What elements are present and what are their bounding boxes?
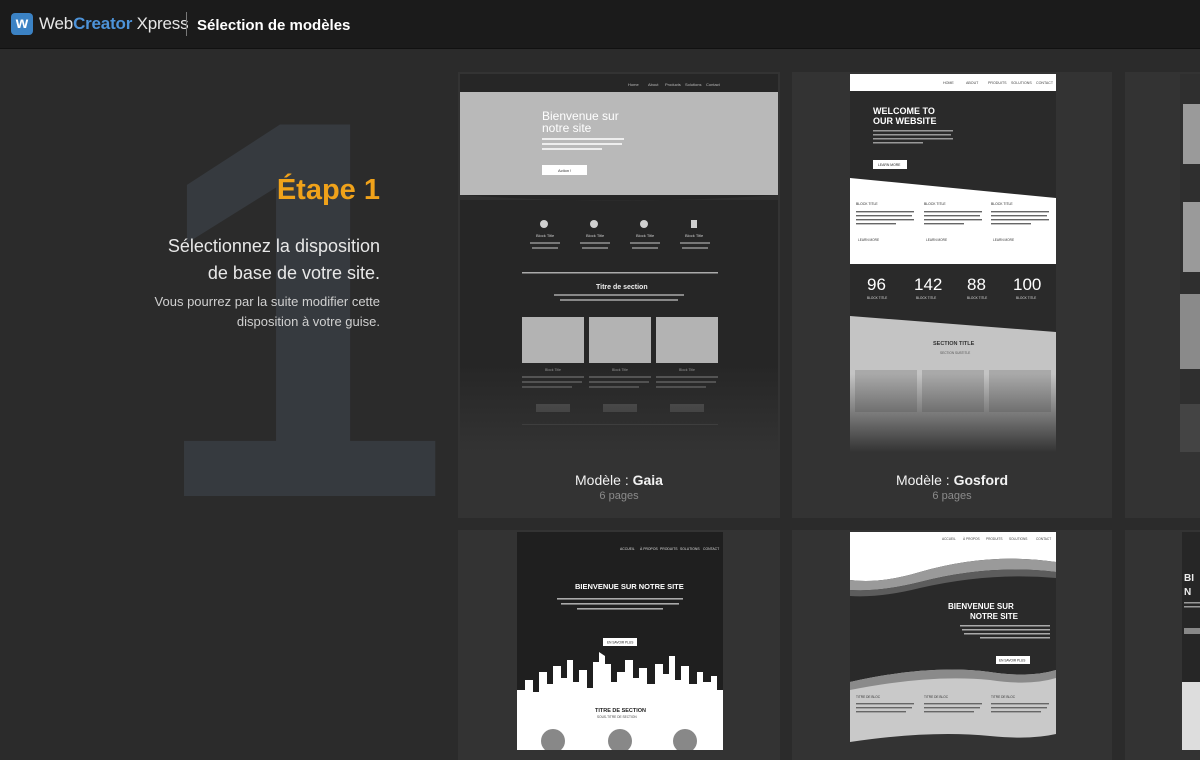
skyline-nav-item: À PROPOS bbox=[640, 547, 658, 551]
svg-text:SECTION SUBTITLE: SECTION SUBTITLE bbox=[940, 351, 970, 355]
step-description-line-2: de base de votre site. bbox=[207, 263, 380, 283]
svg-text:LEARN MORE: LEARN MORE bbox=[926, 238, 947, 242]
template-thumbnail-partial-bottom[interactable]: BI N bbox=[1182, 532, 1200, 750]
skyline-section-title: TITRE DE SECTION bbox=[595, 708, 646, 714]
svg-text:BLOCK TITLE: BLOCK TITLE bbox=[867, 296, 887, 300]
svg-text:N: N bbox=[1184, 587, 1191, 598]
svg-text:TITRE DE BLOC: TITRE DE BLOC bbox=[991, 695, 1016, 699]
gaia-nav-item: Home bbox=[628, 82, 639, 87]
wave-nav-item: À PROPOS bbox=[963, 537, 980, 541]
skyline-nav-item: PRODUITS bbox=[660, 547, 678, 551]
gaia-hero-title-2: notre site bbox=[542, 121, 592, 135]
skyline-hero-title: BIENVENUE SUR NOTRE SITE bbox=[575, 582, 684, 591]
template-thumbnail-gaia[interactable]: Home About Products Solutions Contact Bi… bbox=[460, 74, 778, 452]
skyline-nav-item: CONTACT bbox=[703, 547, 719, 551]
svg-text:BLOCK TITLE: BLOCK TITLE bbox=[1016, 296, 1036, 300]
svg-text:Block Title: Block Title bbox=[536, 233, 555, 238]
template-pages-gaia: 6 pages bbox=[599, 490, 639, 502]
svg-text:BLOCK TITLE: BLOCK TITLE bbox=[916, 296, 936, 300]
step-hint-line-2: disposition à votre guise. bbox=[236, 314, 380, 329]
step-number-watermark: 1 bbox=[150, 8, 451, 611]
template-name-value: Gaia bbox=[632, 472, 663, 488]
svg-text:Block Title: Block Title bbox=[586, 233, 605, 238]
gosford-hero-title-2: OUR WEBSITE bbox=[873, 116, 937, 126]
svg-text:BLOCK TITLE: BLOCK TITLE bbox=[856, 202, 878, 206]
gosford-section-title: SECTION TITLE bbox=[933, 341, 975, 347]
svg-text:TITRE DE BLOC: TITRE DE BLOC bbox=[924, 695, 949, 699]
gaia-nav-item: Products bbox=[665, 82, 681, 87]
template-card-partial-bottom[interactable]: BI N bbox=[1125, 530, 1200, 760]
template-card-partial-top[interactable] bbox=[1125, 72, 1200, 518]
wave-hero-title-1: BIENVENUE SUR bbox=[948, 602, 1014, 611]
gosford-nav-item: CONTACT bbox=[1036, 81, 1054, 85]
svg-text:Block Title: Block Title bbox=[636, 233, 655, 238]
template-name-prefix: Modèle : bbox=[575, 472, 633, 488]
wave-hero-title-2: NOTRE SITE bbox=[970, 612, 1019, 621]
svg-text:Block Title: Block Title bbox=[685, 233, 704, 238]
template-card-gaia[interactable]: Home About Products Solutions Contact Bi… bbox=[458, 72, 780, 518]
gosford-nav-item: SOLUTIONS bbox=[1011, 81, 1032, 85]
skyline-nav-item: SOLUTIONS bbox=[680, 547, 700, 551]
svg-text:LEARN MORE: LEARN MORE bbox=[878, 163, 901, 167]
svg-text:EN SAVOIR PLUS: EN SAVOIR PLUS bbox=[607, 641, 633, 645]
template-thumbnail-partial-top[interactable] bbox=[1180, 74, 1200, 452]
step-title: Étape 1 bbox=[276, 174, 380, 206]
gosford-stat: 88 bbox=[967, 275, 986, 294]
wave-nav-item: SOLUTIONS bbox=[1009, 537, 1027, 541]
app-logo-icon[interactable]: w bbox=[11, 13, 33, 35]
step-hint-line-1: Vous pourrez par la suite modifier cette bbox=[154, 294, 380, 309]
template-name-gaia: Modèle : Gaia bbox=[458, 472, 780, 488]
svg-text:TITRE DE BLOC: TITRE DE BLOC bbox=[856, 695, 881, 699]
gaia-section-title: Titre de section bbox=[596, 284, 648, 291]
template-name-gosford: Modèle : Gosford bbox=[792, 472, 1112, 488]
template-thumbnail-wave[interactable]: ACCUEIL À PROPOS PRODUITS SOLUTIONS CONT… bbox=[850, 532, 1056, 750]
wave-nav-item: CONTACT bbox=[1036, 537, 1051, 541]
template-name-prefix: Modèle : bbox=[895, 472, 954, 488]
gosford-nav-item: HOME bbox=[943, 81, 954, 85]
wave-nav-item: PRODUITS bbox=[986, 537, 1002, 541]
template-card-wave[interactable]: ACCUEIL À PROPOS PRODUITS SOLUTIONS CONT… bbox=[792, 530, 1112, 760]
svg-text:Action !: Action ! bbox=[558, 168, 571, 173]
svg-text:BLOCK TITLE: BLOCK TITLE bbox=[991, 202, 1013, 206]
svg-text:SOUS-TITRE DE SECTION: SOUS-TITRE DE SECTION bbox=[597, 715, 637, 719]
gosford-nav-item: ABOUT bbox=[966, 81, 979, 85]
svg-text:LEARN MORE: LEARN MORE bbox=[858, 238, 879, 242]
brand-part-1: Web bbox=[39, 14, 74, 33]
svg-text:EN SAVOIR PLUS: EN SAVOIR PLUS bbox=[999, 659, 1025, 663]
gosford-stat: 142 bbox=[914, 275, 942, 294]
wave-nav-item: ACCUEIL bbox=[942, 537, 956, 541]
gaia-nav-item: About bbox=[648, 82, 659, 87]
template-thumbnail-gosford[interactable]: HOME ABOUT PRODUITS SOLUTIONS CONTACT WE… bbox=[850, 74, 1056, 452]
svg-text:BI: BI bbox=[1184, 573, 1194, 584]
gosford-hero-title-1: WELCOME TO bbox=[873, 106, 935, 116]
skyline-nav-item: ACCUEIL bbox=[620, 547, 635, 551]
template-thumbnail-skyline[interactable]: ACCUEIL À PROPOS PRODUITS SOLUTIONS CONT… bbox=[517, 532, 723, 750]
step-description-line-1: Sélectionnez la disposition bbox=[167, 236, 380, 256]
gosford-stat: 100 bbox=[1013, 275, 1041, 294]
gosford-nav-item: PRODUITS bbox=[988, 81, 1007, 85]
gaia-nav-item: Contact bbox=[706, 82, 721, 87]
template-pages-gosford: 6 pages bbox=[932, 490, 972, 502]
template-card-skyline[interactable]: ACCUEIL À PROPOS PRODUITS SOLUTIONS CONT… bbox=[458, 530, 780, 760]
svg-text:BLOCK TITLE: BLOCK TITLE bbox=[924, 202, 946, 206]
svg-text:LEARN MORE: LEARN MORE bbox=[993, 238, 1014, 242]
svg-text:BLOCK TITLE: BLOCK TITLE bbox=[967, 296, 987, 300]
brand-part-2: Creator bbox=[73, 14, 133, 33]
gaia-nav-item: Solutions bbox=[685, 82, 701, 87]
template-card-gosford[interactable]: HOME ABOUT PRODUITS SOLUTIONS CONTACT WE… bbox=[792, 72, 1112, 518]
gosford-stat: 96 bbox=[867, 275, 886, 294]
template-name-value: Gosford bbox=[953, 472, 1009, 488]
